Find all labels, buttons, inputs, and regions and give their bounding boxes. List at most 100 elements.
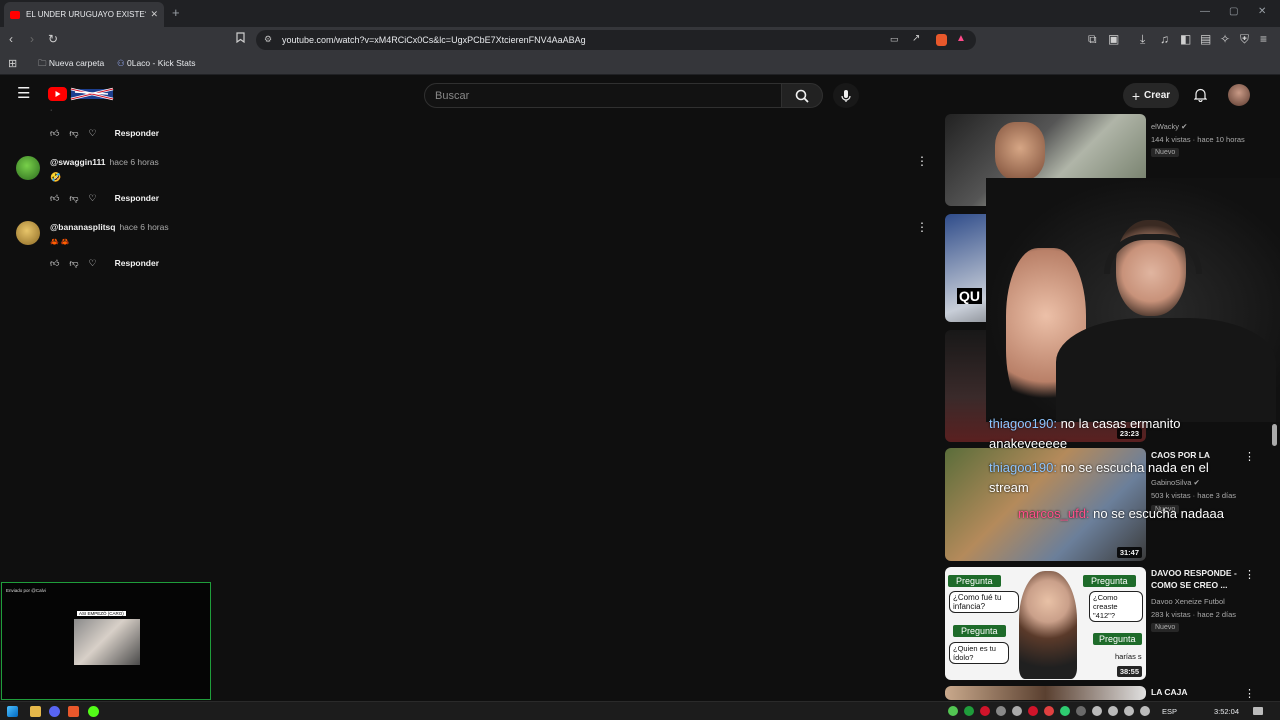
tray-app-icon[interactable]: [1076, 706, 1086, 716]
search-box[interactable]: [424, 83, 782, 108]
like-icon[interactable]: 👍︎: [50, 193, 59, 204]
youtube-favicon-icon: [10, 10, 20, 19]
comment-time[interactable]: hace 6 horas: [110, 157, 159, 167]
voice-search-button[interactable]: [833, 83, 859, 108]
youtube-logo[interactable]: [48, 87, 67, 101]
language-indicator[interactable]: ESP: [1162, 707, 1177, 716]
site-settings-icon[interactable]: ⚙: [264, 34, 272, 45]
address-bar[interactable]: ⚙ youtube.com/watch?v=xM4RCiCx0Cs&lc=Ugx…: [256, 30, 976, 50]
comment-actions: 👍︎ 👎︎ ♡ Responder: [50, 126, 159, 140]
minimize-icon[interactable]: —: [1200, 6, 1210, 17]
tray-app-icon[interactable]: [1044, 706, 1054, 716]
kick-app-icon[interactable]: [88, 706, 99, 717]
tray-app-icon[interactable]: [1060, 706, 1070, 716]
video-channel[interactable]: Davoo Xeneize Futbol: [1151, 595, 1225, 608]
discord-icon[interactable]: [49, 706, 60, 717]
video-channel[interactable]: elWacky ✔: [1151, 120, 1187, 133]
video-more-icon[interactable]: ⋮: [1244, 568, 1255, 581]
close-window-icon[interactable]: ✕: [1258, 6, 1266, 17]
bookmark-icon[interactable]: [236, 32, 245, 46]
video-title[interactable]: LA CAJA: [1151, 686, 1243, 698]
bookmark-kick-stats[interactable]: ⚇ 0Laco - Kick Stats: [117, 58, 196, 69]
video-thumbnail[interactable]: [945, 686, 1146, 700]
dislike-icon[interactable]: 👎︎: [69, 128, 78, 139]
start-icon[interactable]: [7, 706, 18, 717]
reply-button[interactable]: Responder: [115, 258, 159, 268]
leo-ai-icon[interactable]: ✧: [1220, 32, 1230, 46]
custom-logo-flag-icon[interactable]: [70, 86, 114, 102]
account-avatar[interactable]: [1228, 84, 1250, 106]
tray-app-icon[interactable]: [980, 706, 990, 716]
reply-button[interactable]: Responder: [115, 128, 159, 138]
brave-icon[interactable]: [68, 706, 79, 717]
sidebar-icon[interactable]: ◧: [1180, 32, 1191, 46]
close-tab-icon[interactable]: ✕: [150, 9, 158, 20]
video-channel[interactable]: GabinoSilva ✔: [1151, 476, 1200, 489]
bookmarks-bar: ⊞ 🗀 Nueva carpeta ⚇ 0Laco - Kick Stats: [0, 52, 1280, 75]
comment-time[interactable]: hace 6 horas: [119, 222, 168, 232]
avatar[interactable]: [16, 156, 40, 180]
bookmark-folder[interactable]: 🗀 Nueva carpeta: [38, 58, 104, 72]
wifi-icon[interactable]: [1140, 706, 1150, 716]
kick-icon: ⚇: [117, 58, 125, 68]
heart-icon[interactable]: ♡: [89, 258, 97, 269]
overlay-chat-message: marcos_ufd: no se escucha nadaaa: [1018, 506, 1224, 521]
video-more-icon[interactable]: ⋮: [1244, 450, 1255, 463]
menu-icon[interactable]: ≡: [1260, 32, 1267, 46]
mini-player[interactable]: Enviado por @Calvi ASI EMPEZÓ (CARO): [1, 582, 211, 700]
wallet-icon[interactable]: ▤: [1200, 32, 1211, 46]
volume-icon[interactable]: [1108, 706, 1118, 716]
notifications-bell-icon[interactable]: [1194, 88, 1207, 102]
tray-app-icon[interactable]: [1028, 706, 1038, 716]
forward-icon[interactable]: ›: [30, 32, 34, 46]
tab-search-icon[interactable]: ▣: [1108, 32, 1119, 46]
vpn-icon[interactable]: ⛨: [1240, 32, 1249, 47]
tray-app-icon[interactable]: [1012, 706, 1022, 716]
back-icon[interactable]: ‹: [9, 32, 13, 46]
video-more-icon[interactable]: ⋮: [1244, 687, 1255, 700]
sidebar-scrollbar[interactable]: [1272, 424, 1277, 446]
folder-icon: 🗀: [38, 58, 47, 68]
comment-more-icon[interactable]: ⋮: [916, 155, 928, 167]
comment-author[interactable]: @bananasplitsq hace 6 horas: [50, 222, 169, 232]
browser-tab[interactable]: EL UNDER URUGUAYO EXISTE? | ✕: [4, 2, 164, 27]
apps-grid-icon[interactable]: ⊞: [8, 57, 17, 70]
share-icon[interactable]: ↗: [912, 33, 920, 44]
brave-shield-icon[interactable]: [936, 34, 947, 46]
avatar[interactable]: [16, 221, 40, 245]
heart-icon[interactable]: ♡: [89, 128, 97, 139]
dislike-icon[interactable]: 👎︎: [69, 258, 78, 269]
tray-app-icon[interactable]: [964, 706, 974, 716]
heart-icon[interactable]: ♡: [89, 193, 97, 204]
music-icon[interactable]: ♫: [1160, 32, 1169, 46]
reload-icon[interactable]: ↻: [48, 32, 58, 46]
like-icon[interactable]: 👍︎: [50, 128, 59, 139]
notifications-icon[interactable]: [1253, 707, 1263, 715]
search-button[interactable]: [781, 83, 823, 108]
file-explorer-icon[interactable]: [30, 706, 41, 717]
comment-author[interactable]: @swaggin111 hace 6 horas: [50, 157, 159, 167]
dislike-icon[interactable]: 👎︎: [69, 193, 78, 204]
guide-menu-icon[interactable]: ☰: [17, 86, 30, 101]
comment-more-icon[interactable]: ⋮: [916, 221, 928, 233]
extensions-icon[interactable]: ⧉: [1088, 32, 1097, 47]
clock[interactable]: 3:52:04: [1214, 707, 1239, 716]
search-input[interactable]: [425, 84, 781, 107]
brave-rewards-icon[interactable]: ▲: [956, 33, 966, 44]
like-icon[interactable]: 👍︎: [50, 258, 59, 269]
thumbnail-face: [995, 122, 1045, 180]
maximize-icon[interactable]: ▢: [1229, 6, 1238, 17]
streamer-webcam-overlay: [986, 178, 1280, 422]
video-title[interactable]: DAVOO RESPONDE - COMO SE CREO ...: [1151, 567, 1243, 591]
create-button[interactable]: + Crear: [1123, 83, 1179, 108]
tray-app-icon[interactable]: [1092, 706, 1102, 716]
tray-app-icon[interactable]: [996, 706, 1006, 716]
reply-button[interactable]: Responder: [115, 193, 159, 203]
tray-app-icon[interactable]: [948, 706, 958, 716]
battery-icon[interactable]: [1124, 706, 1134, 716]
new-tab-icon[interactable]: +: [172, 5, 180, 20]
downloads-icon[interactable]: ⤓: [1140, 32, 1145, 47]
video-title[interactable]: [1151, 108, 1243, 116]
cast-icon[interactable]: ▭: [890, 34, 899, 45]
video-thumbnail[interactable]: Pregunta ¿Como fué tu infancia? Pregunta…: [945, 567, 1146, 680]
